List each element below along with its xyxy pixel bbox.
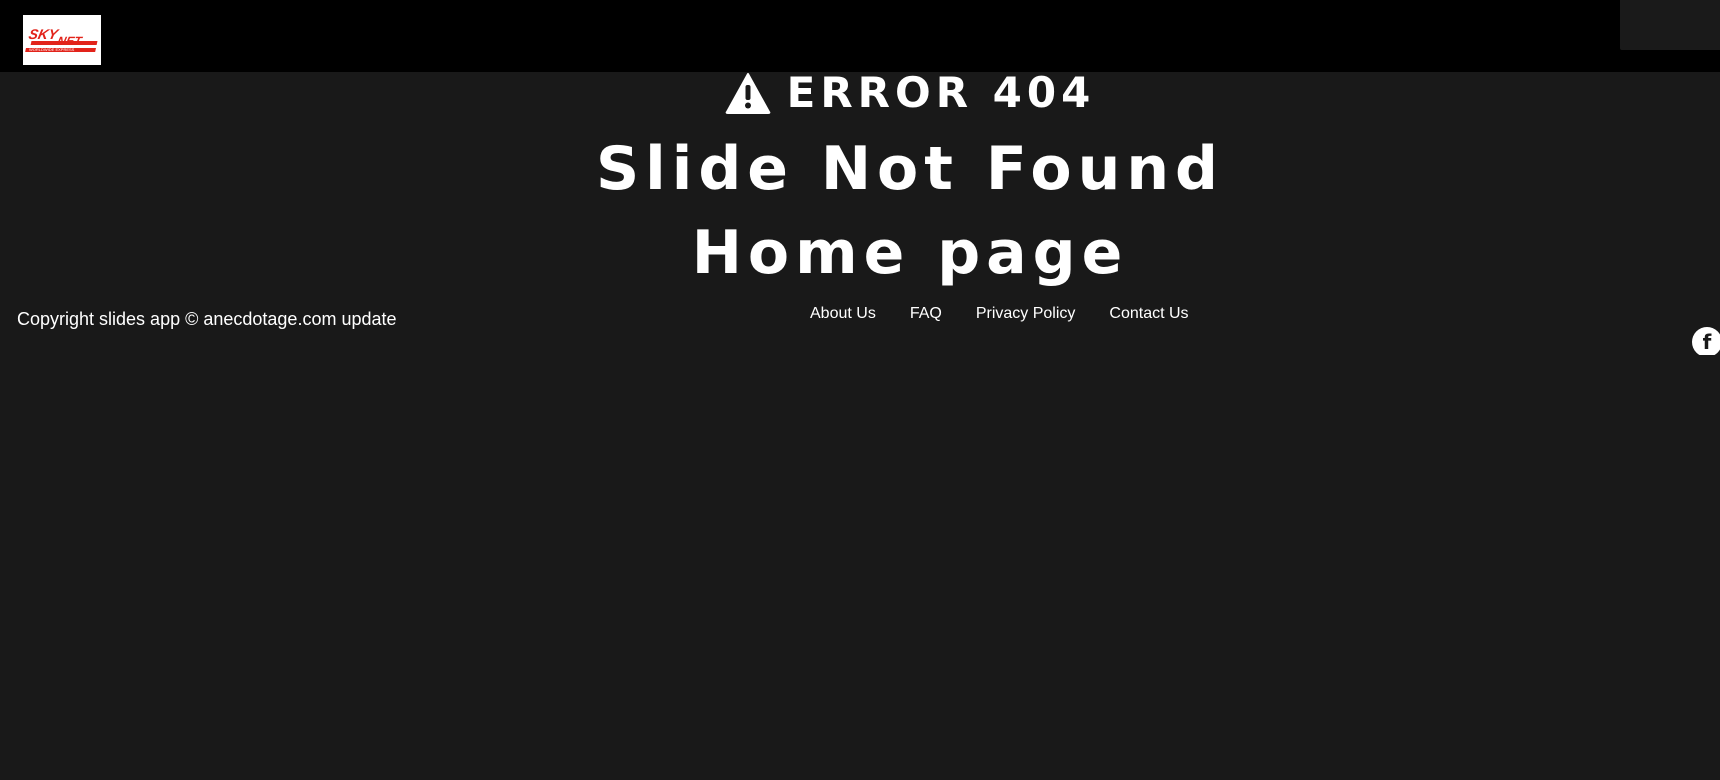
footer-link-about-us[interactable]: About Us [810, 305, 876, 323]
menu-toggle-button[interactable] [1620, 0, 1720, 50]
footer-nav: About Us FAQ Privacy Policy Contact Us [810, 305, 1189, 323]
facebook-share-button[interactable]: f [1692, 327, 1720, 355]
svg-text:WORLDWIDE EXPRESS: WORLDWIDE EXPRESS [29, 47, 75, 52]
footer-link-privacy-policy[interactable]: Privacy Policy [976, 305, 1076, 323]
copyright-text: Copyright slides app © anecdotage.com up… [17, 309, 397, 329]
page-title: Slide Not Found [595, 134, 1225, 204]
facebook-icon: f [1692, 327, 1720, 355]
footer-link-contact-us[interactable]: Contact Us [1109, 305, 1188, 323]
footer-link-faq[interactable]: FAQ [910, 305, 942, 323]
error-code-label: ERROR 404 [786, 68, 1096, 117]
error-heading: ERROR 404 [0, 68, 1720, 118]
top-navigation-bar: SKY NET WORLDWIDE EXPRESS [0, 0, 1720, 72]
warning-triangle-icon [725, 72, 771, 114]
skynet-logo-image: SKY NET WORLDWIDE EXPRESS [23, 15, 101, 65]
svg-text:NET: NET [56, 34, 84, 48]
home-page-link[interactable]: Home page [0, 218, 1720, 288]
svg-text:SKY: SKY [27, 26, 61, 42]
site-logo[interactable]: SKY NET WORLDWIDE EXPRESS [23, 15, 101, 65]
